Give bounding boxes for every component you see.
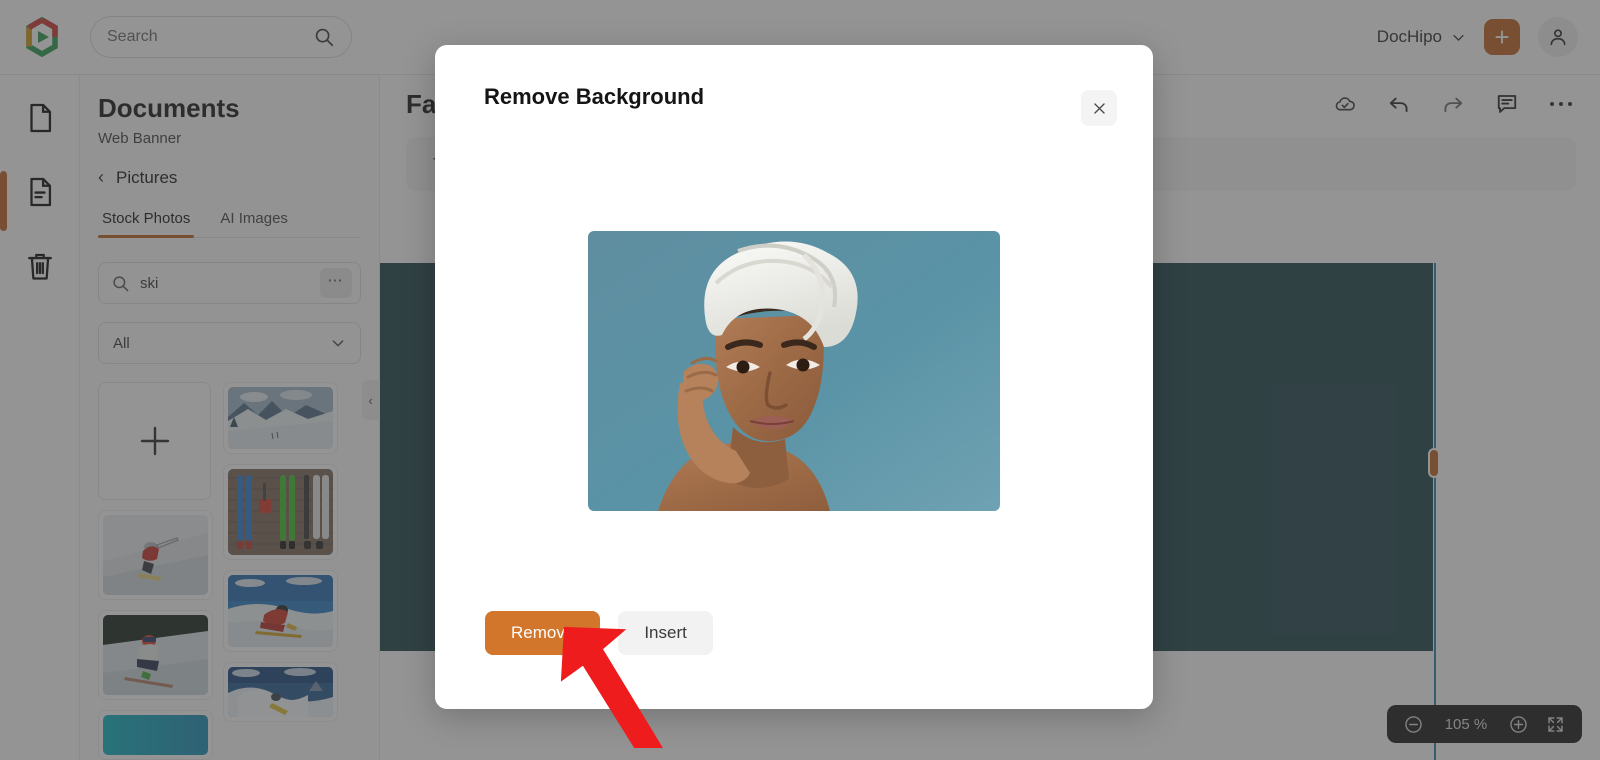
dialog-actions: Remove Insert	[485, 611, 713, 655]
dialog-title: Remove Background	[484, 84, 705, 109]
insert-button[interactable]: Insert	[618, 611, 713, 655]
app-root: Search DocHipo +	[0, 0, 1600, 760]
preview-image	[588, 231, 1000, 511]
remove-background-dialog: Remove Background Remove Insert	[435, 45, 1153, 709]
remove-button-label: Remove	[511, 623, 575, 642]
insert-button-label: Insert	[644, 623, 687, 642]
close-icon	[1091, 100, 1108, 117]
woman-with-towel-turban-portrait	[588, 231, 1000, 511]
close-button[interactable]	[1081, 90, 1117, 126]
remove-button[interactable]: Remove	[485, 611, 601, 655]
